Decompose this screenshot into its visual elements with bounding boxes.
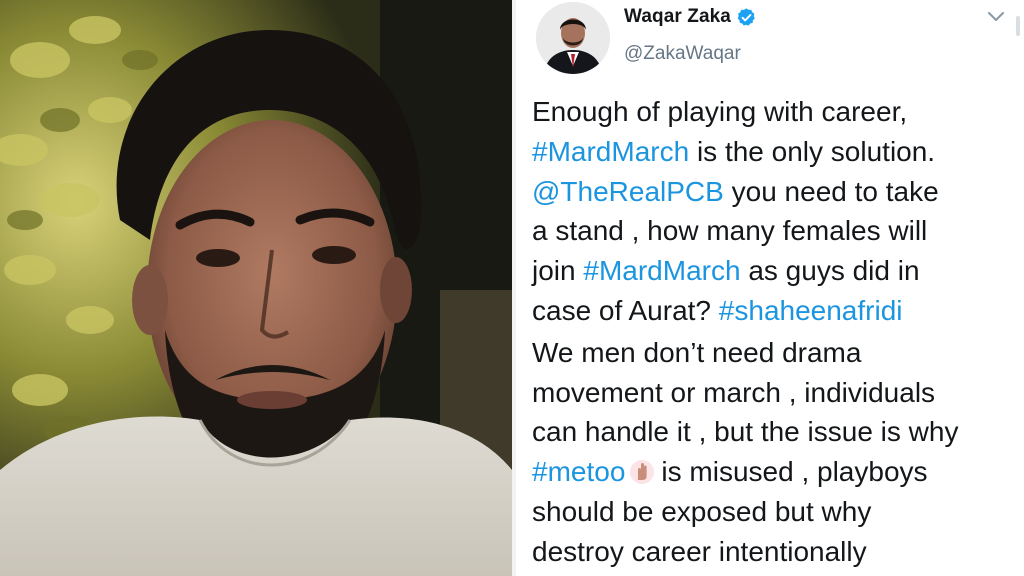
verified-badge-icon (736, 7, 757, 28)
chevron-down-icon[interactable] (986, 10, 1006, 24)
hashtag-link[interactable]: #MardMarch (532, 136, 689, 167)
hashtag-link[interactable]: #metoo (532, 456, 625, 487)
tweet-line: join #MardMarch as guys did in (532, 255, 920, 287)
tweet-line: Enough of playing with career, (532, 96, 908, 127)
tweet-line: should be exposed but why (532, 495, 872, 527)
tweet-line: #MardMarch is the only solution. (532, 135, 936, 167)
tweet-line: @TheRealPCB you need to take (532, 175, 939, 207)
tweet-line: #metoo is misused , playboys (532, 456, 928, 488)
raised-hand-emoji-icon (629, 457, 655, 485)
tweet-line: case of Aurat? #shaheenafridi (532, 294, 903, 326)
tweet-text: Enough of playing with career, #MardMarc… (532, 92, 1018, 572)
tweet-card: Waqar Zaka @ZakaWaqar Enough of playing … (516, 0, 1024, 576)
display-name[interactable]: Waqar Zaka (624, 6, 731, 28)
tweet-line: movement or march , individuals (532, 376, 936, 408)
hashtag-link[interactable]: #shaheenafridi (719, 295, 903, 326)
tweet-line: destroy career intentionally (532, 535, 867, 567)
tweet-line: can handle it , but the issue is why (532, 416, 959, 448)
scroll-indicator (1016, 16, 1020, 36)
mention-link[interactable]: @TheRealPCB (532, 176, 724, 207)
avatar[interactable] (536, 2, 610, 74)
selfie-photo (0, 0, 512, 576)
user-handle[interactable]: @ZakaWaqar (624, 43, 741, 65)
hashtag-link[interactable]: #MardMarch (583, 255, 740, 286)
tweet-line: We men don’t need drama (532, 336, 862, 368)
tweet-line: a stand , how many females will (532, 215, 928, 247)
